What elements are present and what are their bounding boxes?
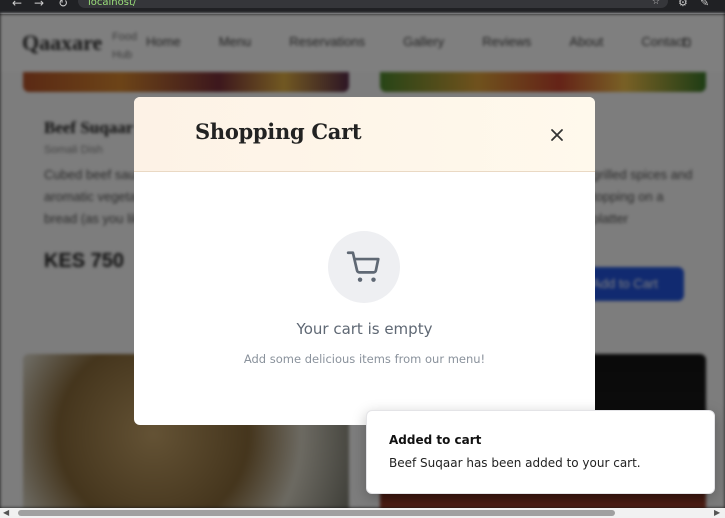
empty-cart-badge xyxy=(328,231,400,303)
reload-icon[interactable]: ↻ xyxy=(58,0,68,10)
address-bar[interactable]: localhost/ ☆ xyxy=(78,0,668,8)
empty-cart-subtitle: Add some delicious items from our menu! xyxy=(243,352,486,366)
scroll-right-icon[interactable]: ▶ xyxy=(714,508,720,518)
toast-notification: Added to cart Beef Suqaar has been added… xyxy=(366,410,715,494)
shopping-cart-icon xyxy=(346,251,380,282)
close-button[interactable] xyxy=(546,124,568,146)
toast-message: Beef Suqaar has been added to your cart. xyxy=(389,456,641,470)
forward-icon[interactable]: → xyxy=(34,0,44,10)
scrollbar-thumb[interactable] xyxy=(18,510,615,516)
modal-title: Shopping Cart xyxy=(195,119,362,144)
empty-cart-title: Your cart is empty xyxy=(296,320,433,338)
scroll-left-icon[interactable]: ◀ xyxy=(3,508,9,518)
extension-icon[interactable]: ⚙ xyxy=(678,0,688,9)
browser-toolbar: ← → ↻ localhost/ ☆ ⚙ ✎ xyxy=(0,0,725,14)
bookmark-star-icon[interactable]: ☆ xyxy=(652,0,660,7)
shopping-cart-modal: Shopping Cart Your cart is empty Add som… xyxy=(134,97,595,425)
url-text: localhost/ xyxy=(88,0,137,8)
extensions-puzzle-icon[interactable]: ✎ xyxy=(700,0,709,9)
close-icon xyxy=(551,129,563,141)
toast-title: Added to cart xyxy=(389,433,482,447)
horizontal-scrollbar[interactable]: ◀ ▶ xyxy=(0,508,725,518)
back-icon[interactable]: ← xyxy=(12,0,22,10)
modal-header: Shopping Cart xyxy=(134,97,595,172)
